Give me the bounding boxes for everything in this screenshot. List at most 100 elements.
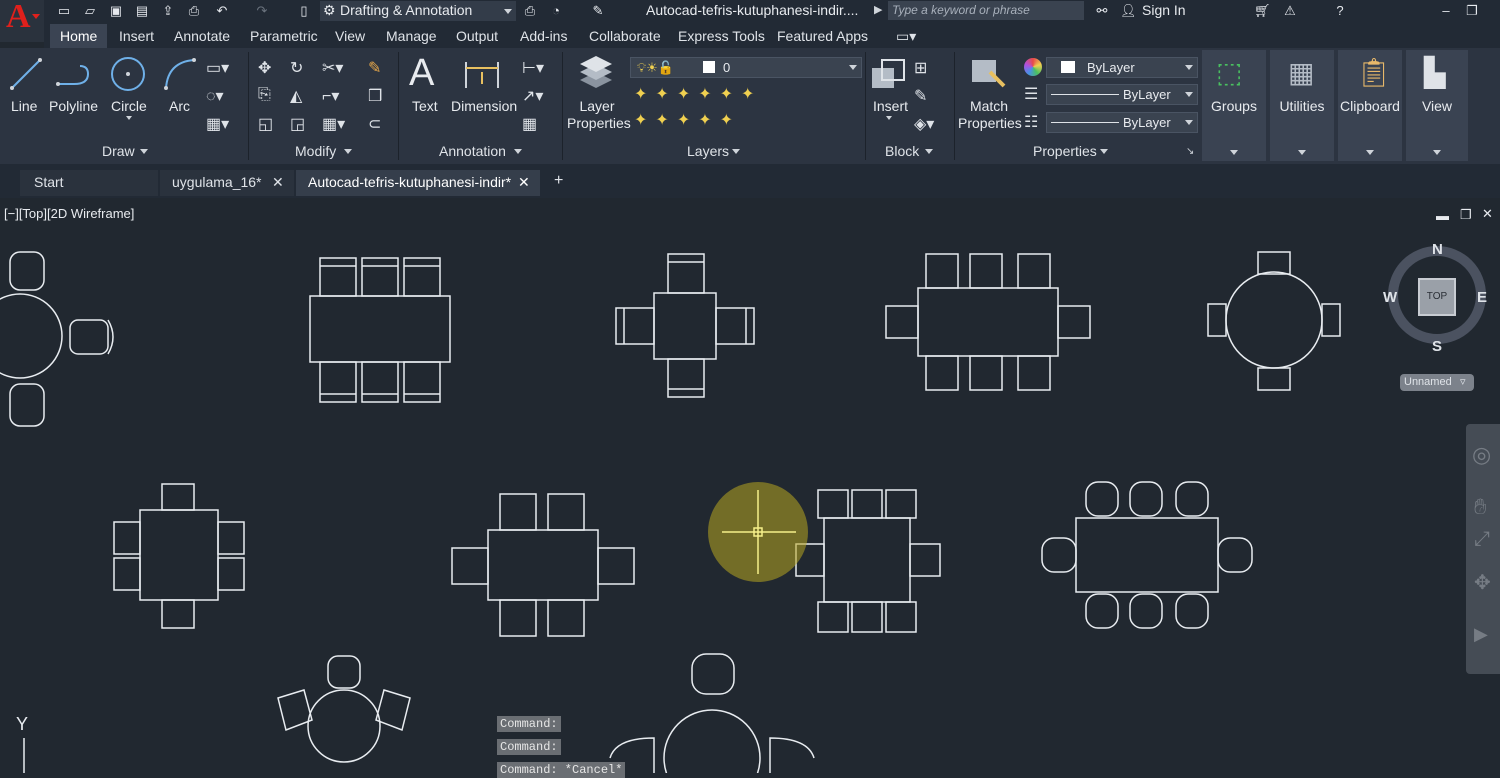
phone-icon[interactable]: ▯ (296, 3, 312, 19)
layer-dropdown[interactable]: 💡︎☀🔓 0 (630, 57, 862, 78)
undo-icon[interactable]: ↶ (214, 3, 230, 19)
utilities-panel[interactable]: ▦ Utilities (1270, 50, 1334, 161)
match-properties-button[interactable]: Match Properties (958, 98, 1022, 132)
circle-button[interactable]: Circle (111, 98, 147, 114)
move-icon[interactable]: ✥ (258, 58, 271, 78)
file-tab-active[interactable]: Autocad-tefris-kutuphanesi-indir* ✕ (296, 170, 540, 196)
help-icon[interactable]: ? (1332, 3, 1348, 19)
viewcube-top-face[interactable]: TOP (1418, 278, 1456, 316)
binoculars-icon[interactable]: ⚯ (1094, 3, 1110, 19)
layer-tools-row-1-icons[interactable]: ✦✦✦✦✦✦ (634, 84, 762, 104)
tab-add-ins[interactable]: Add-ins (520, 28, 567, 44)
draw-panel-title[interactable]: Draw (102, 143, 135, 159)
block-panel-title[interactable]: Block (885, 143, 919, 159)
steering-wheel-icon[interactable]: ◎ (1472, 442, 1491, 468)
tab-annotate[interactable]: Annotate (174, 28, 230, 44)
create-block-icon[interactable]: ⊞ (914, 58, 927, 78)
tab-parametric[interactable]: Parametric (250, 28, 318, 44)
user-icon[interactable]: 👤︎ (1120, 3, 1137, 19)
linetype-dropdown[interactable]: ByLayer (1046, 84, 1198, 105)
web-save-icon[interactable]: ⇪ (160, 3, 176, 19)
fillet-icon[interactable]: ⌐▾ (322, 86, 339, 106)
tab-insert[interactable]: Insert (119, 28, 154, 44)
scale-icon[interactable]: ◲ (290, 114, 305, 134)
save-icon[interactable]: ▣ (108, 3, 124, 19)
file-tab-uygulama[interactable]: uygulama_16* ✕ (160, 170, 294, 196)
redo-icon[interactable]: ↷ (254, 3, 270, 19)
view-panel[interactable]: ▙ View (1406, 50, 1468, 161)
close-icon[interactable]: ✕ (518, 174, 530, 191)
rotate-icon[interactable]: ↻ (290, 58, 303, 78)
zoom-extents-icon[interactable]: ⤢ (1474, 528, 1490, 551)
orbit-icon[interactable]: ✥ (1474, 570, 1491, 595)
layers-panel-title[interactable]: Layers (687, 143, 729, 159)
close-icon[interactable]: ✕ (272, 174, 284, 191)
open-folder-icon[interactable]: ▱ (82, 3, 98, 19)
match-properties-qa-icon[interactable]: ✎ (590, 3, 606, 19)
block-attribute-icon[interactable]: ◈▾ (914, 114, 934, 134)
dialog-launcher-icon[interactable]: ↘ (1186, 146, 1194, 157)
print-icon[interactable]: ⎙ (522, 3, 538, 19)
tab-view[interactable]: View (335, 28, 365, 44)
tab-featured-apps[interactable]: Featured Apps (777, 28, 868, 44)
arc-button[interactable]: Arc (169, 98, 190, 114)
compass-north[interactable]: N (1432, 241, 1443, 258)
leader-icon[interactable]: ↗▾ (522, 86, 543, 106)
copy-icon[interactable]: ⎘ (258, 86, 271, 104)
sign-in-button[interactable]: Sign In (1142, 2, 1186, 18)
offset-icon[interactable]: ⊂ (368, 114, 381, 134)
text-button[interactable]: Text (412, 98, 438, 114)
groups-panel[interactable]: ⬚ Groups (1202, 50, 1266, 161)
hatch-icon[interactable]: ◌▾ (206, 86, 224, 106)
layer-tools-row-2-icons[interactable]: ✦✦✦✦✦ (634, 110, 741, 130)
layer-properties-button[interactable]: Layer Properties (567, 98, 631, 132)
tab-output[interactable]: Output (456, 28, 498, 44)
polyline-button[interactable]: Polyline (49, 98, 98, 114)
annotation-panel-title[interactable]: Annotation (439, 143, 506, 159)
tab-manage[interactable]: Manage (386, 28, 437, 44)
restore-icon[interactable]: ❐ (1464, 3, 1480, 19)
new-tab-plus-icon[interactable]: + (554, 172, 563, 190)
compass-west[interactable]: W (1383, 289, 1397, 306)
tab-express-tools[interactable]: Express Tools (678, 28, 765, 44)
new-file-icon[interactable]: ▭ (56, 3, 72, 19)
tab-collaborate[interactable]: Collaborate (589, 28, 661, 44)
trim-icon[interactable]: ✂▾ (322, 58, 343, 78)
boundary-icon[interactable]: ▦▾ (206, 114, 229, 134)
application-menu-button[interactable]: A (0, 0, 44, 42)
workspace-dropdown[interactable]: ⚙ Drafting & Annotation (320, 1, 516, 21)
linear-dim-icon[interactable]: ⊢▾ (522, 58, 544, 78)
sheet-set-icon[interactable]: ◔ (548, 3, 564, 19)
ribbon-options-icon[interactable]: ▭▾ (896, 28, 916, 45)
showmotion-icon[interactable]: ▶ (1474, 624, 1488, 645)
dimension-button[interactable]: Dimension (451, 98, 517, 114)
erase-icon[interactable]: ✎ (368, 58, 381, 78)
table-icon[interactable]: ▦ (522, 114, 537, 134)
insert-button[interactable]: Insert (873, 98, 908, 114)
compass-east[interactable]: E (1477, 289, 1487, 306)
compass-south[interactable]: S (1432, 338, 1442, 355)
autodesk-app-icon[interactable]: ⚠ (1282, 3, 1298, 19)
cart-icon[interactable]: 🛒︎ (1254, 3, 1271, 19)
array-icon[interactable]: ▦▾ (322, 114, 345, 134)
file-tab-start[interactable]: Start (20, 170, 158, 196)
clipboard-panel[interactable]: 📋︎ Clipboard (1338, 50, 1402, 161)
tab-home[interactable]: Home (50, 24, 108, 48)
modify-panel-title[interactable]: Modify (295, 143, 336, 159)
explode-icon[interactable]: ❒ (368, 86, 382, 106)
color-dropdown[interactable]: ByLayer (1046, 57, 1198, 78)
mirror-icon[interactable]: ◭ (290, 86, 302, 106)
save-as-icon[interactable]: ▤ (134, 3, 150, 19)
plot-icon[interactable]: ⎙ (186, 3, 202, 19)
minimize-icon[interactable]: – (1438, 3, 1454, 19)
search-input[interactable]: Type a keyword or phrase (888, 1, 1084, 20)
line-button[interactable]: Line (11, 98, 37, 114)
rect-table-6-chairs (309, 257, 451, 403)
pan-hand-icon[interactable]: ✋︎ (1474, 494, 1487, 520)
rectangle-icon[interactable]: ▭▾ (206, 58, 229, 78)
lineweight-dropdown[interactable]: ByLayer (1046, 112, 1198, 133)
properties-panel-title[interactable]: Properties (1033, 143, 1097, 159)
ucs-dropdown[interactable]: Unnamed ▿ (1400, 374, 1474, 391)
stretch-icon[interactable]: ◱ (258, 114, 273, 134)
edit-block-icon[interactable]: ✎ (914, 86, 927, 106)
